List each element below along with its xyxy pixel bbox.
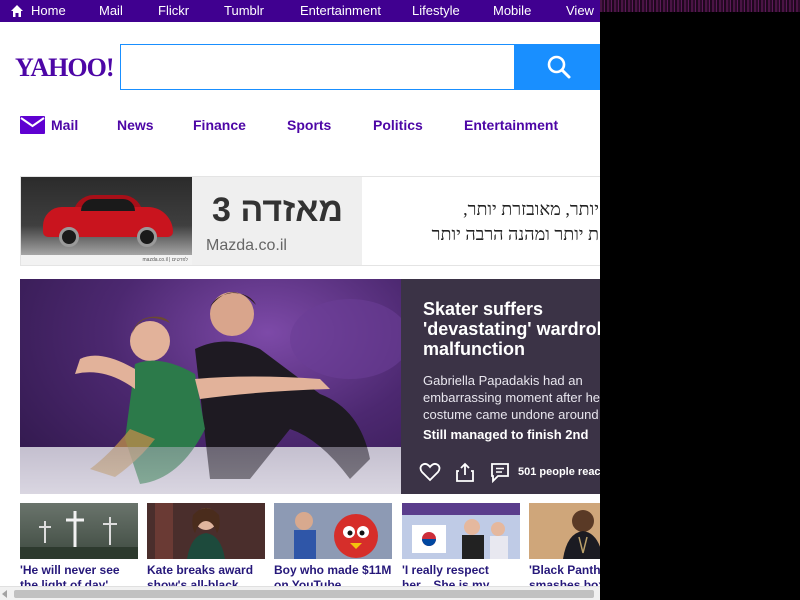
mail-icon — [20, 116, 45, 134]
secnav-news[interactable]: News — [117, 116, 154, 134]
scrollbar-thumb[interactable] — [14, 590, 594, 598]
scroll-left-arrow-icon[interactable] — [2, 590, 7, 598]
yahoo-logo[interactable]: YAHOO! — [15, 53, 114, 83]
story-thumbnail — [20, 503, 138, 559]
hero-story[interactable]: Skater suffers 'devastating' wardrobe ma… — [20, 279, 600, 494]
ad-tagline-1: יותר, מאובזרת יותר, — [463, 199, 599, 219]
secnav-mail[interactable]: Mail — [20, 116, 90, 136]
crosses-image — [20, 511, 138, 559]
ad-tagline-2: ת יותר ומהנה הרבה יותר — [431, 224, 599, 244]
topnav-home[interactable]: Home — [0, 0, 98, 22]
search-input[interactable] — [120, 44, 515, 90]
black-panther-image — [529, 503, 600, 559]
browser-viewport: Home Mail Flickr Tumblr Entertainment Li… — [0, 0, 600, 600]
story-thumbnail — [402, 503, 520, 559]
ad-car-window — [81, 199, 135, 211]
secnav-entertainment[interactable]: Entertainment — [464, 116, 558, 134]
hero-reaction-count[interactable]: 501 people reacting — [518, 466, 600, 478]
search-icon — [547, 55, 571, 79]
topnav-home-label: Home — [31, 3, 66, 18]
kate-image — [147, 503, 265, 559]
noise-strip — [600, 0, 800, 12]
topnav-mail[interactable]: Mail — [99, 0, 123, 22]
ad-fine-print: mazda.co.il | לפרטים — [21, 255, 192, 265]
heart-icon[interactable] — [419, 461, 441, 483]
topnav-mobile[interactable]: Mobile — [493, 0, 531, 22]
offscreen-area — [600, 0, 800, 600]
korean-skater-image — [402, 503, 520, 559]
mazda-ad-banner[interactable]: mazda.co.il | לפרטים מאזדה 3 Mazda.co.il… — [20, 176, 600, 266]
hero-description: Gabriella Papadakis had an embarrassing … — [423, 373, 600, 422]
hero-title[interactable]: Skater suffers 'devastating' wardrobe ma… — [423, 299, 600, 359]
topnav-entertainment[interactable]: Entertainment — [300, 0, 381, 22]
story-thumbnail — [274, 503, 392, 559]
hero-ice-surface — [20, 447, 401, 494]
top-nav-bar: Home Mail Flickr Tumblr Entertainment Li… — [0, 0, 600, 22]
topnav-tumblr[interactable]: Tumblr — [224, 0, 264, 22]
youtube-boy-image — [274, 503, 392, 559]
ad-model-name: מאזדה 3 — [212, 191, 344, 229]
horizontal-scrollbar[interactable] — [0, 586, 600, 600]
home-icon — [11, 5, 23, 17]
story-thumbnail — [529, 503, 600, 559]
share-icon[interactable] — [454, 461, 476, 483]
topnav-view[interactable]: View — [566, 0, 594, 22]
hero-note: Still managed to finish 2nd — [423, 427, 589, 442]
secnav-politics[interactable]: Politics — [373, 116, 423, 134]
search-button[interactable] — [514, 44, 600, 90]
hero-image — [20, 279, 401, 494]
story-thumbnail — [147, 503, 265, 559]
secnav-finance[interactable]: Finance — [193, 116, 246, 134]
ad-domain: Mazda.co.il — [206, 237, 287, 254]
ad-car-image: mazda.co.il | לפרטים — [21, 177, 192, 265]
hero-text-panel: Skater suffers 'devastating' wardrobe ma… — [401, 279, 600, 494]
ad-car-wheel — [137, 227, 157, 247]
ad-brand-panel: מאזדה 3 Mazda.co.il — [192, 177, 362, 265]
comment-icon[interactable] — [489, 461, 511, 483]
secnav-sports[interactable]: Sports — [287, 116, 331, 134]
topnav-flickr[interactable]: Flickr — [158, 0, 189, 22]
ad-car-wheel — [59, 227, 79, 247]
secnav-mail-label: Mail — [51, 117, 79, 133]
topnav-lifestyle[interactable]: Lifestyle — [412, 0, 460, 22]
